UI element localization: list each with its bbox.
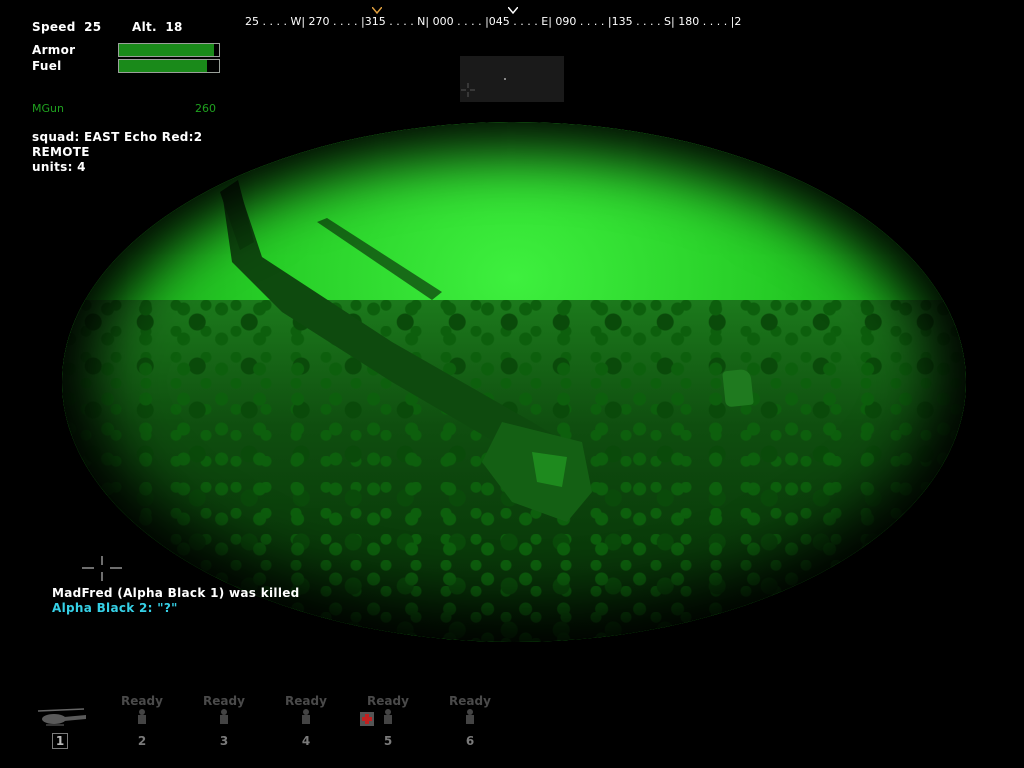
- unit-status: Ready: [449, 694, 491, 708]
- speed-label: Speed: [32, 20, 76, 34]
- unit-number: 4: [301, 734, 311, 748]
- unit-status: Ready: [121, 694, 163, 708]
- medic-icon: [360, 712, 374, 726]
- weapon-ammo: 260: [195, 102, 216, 115]
- kill-message: MadFred (Alpha Black 1) was killed: [52, 586, 300, 600]
- soldier-icon: [138, 709, 146, 724]
- weapon-readout: MGun 260: [32, 102, 216, 115]
- message-log: MadFred (Alpha Black 1) was killed Alpha…: [52, 586, 300, 616]
- unit-slot-4[interactable]: Ready 4: [276, 694, 336, 754]
- rock-object: [722, 368, 754, 408]
- unit-number: 1: [30, 733, 90, 749]
- soldier-icon: [466, 709, 474, 724]
- speed-value: 25: [84, 20, 102, 34]
- chat-message: Alpha Black 2: "?": [52, 601, 178, 615]
- unit-status: Ready: [367, 694, 409, 708]
- altitude-readout: Alt. 18: [132, 20, 183, 34]
- night-vision-vignette: [62, 122, 966, 642]
- crosshair-icon: [82, 556, 122, 581]
- unit-slot-5[interactable]: Ready 5: [358, 694, 418, 754]
- compass-heading-icon: [508, 7, 518, 15]
- altitude-label: Alt.: [132, 20, 157, 34]
- squad-info: squad: EAST Echo Red:2 REMOTE units: 4: [32, 130, 202, 175]
- compass-labels: 25 . . . . W| 270 . . . . |315 . . . . N…: [245, 15, 742, 28]
- squad-mode: REMOTE: [32, 145, 90, 159]
- radar-box: [460, 56, 564, 102]
- unit-slot-2[interactable]: Ready 2: [112, 694, 172, 754]
- armor-bar: [118, 43, 220, 57]
- speed-readout: Speed 25: [32, 20, 101, 34]
- soldier-icon: [302, 709, 310, 724]
- soldier-icon: [220, 709, 228, 724]
- fuel-bar: [118, 59, 220, 73]
- unit-number: 2: [137, 734, 147, 748]
- helicopter-icon: [37, 708, 86, 726]
- unit-number: 3: [219, 734, 229, 748]
- armor-bar-fill: [119, 44, 214, 56]
- unit-number: 5: [383, 734, 393, 748]
- squad-units: units: 4: [32, 160, 86, 174]
- unit-status: Ready: [203, 694, 245, 708]
- armor-label: Armor: [32, 43, 76, 57]
- weapon-name: MGun: [32, 102, 64, 115]
- unit-number: 6: [465, 734, 475, 748]
- night-vision-view: [62, 122, 966, 642]
- unit-bar: 1 Ready 2 Ready 3 Ready 4 Ready 5 Ready: [30, 694, 510, 754]
- unit-slot-1[interactable]: 1: [30, 694, 90, 754]
- radar-crosshair-icon: [461, 83, 475, 97]
- unit-slot-6[interactable]: Ready 6: [440, 694, 500, 754]
- fuel-label: Fuel: [32, 59, 62, 73]
- unit-status: Ready: [285, 694, 327, 708]
- soldier-icon: [384, 709, 392, 724]
- fuel-bar-fill: [119, 60, 207, 72]
- compass-marker-icon: [372, 7, 382, 15]
- squad-name: squad: EAST Echo Red:2: [32, 130, 203, 144]
- altitude-value: 18: [165, 20, 183, 34]
- unit-slot-3[interactable]: Ready 3: [194, 694, 254, 754]
- radar-contact: [504, 78, 506, 80]
- compass-strip: 25 . . . . W| 270 . . . . |315 . . . . N…: [240, 7, 780, 31]
